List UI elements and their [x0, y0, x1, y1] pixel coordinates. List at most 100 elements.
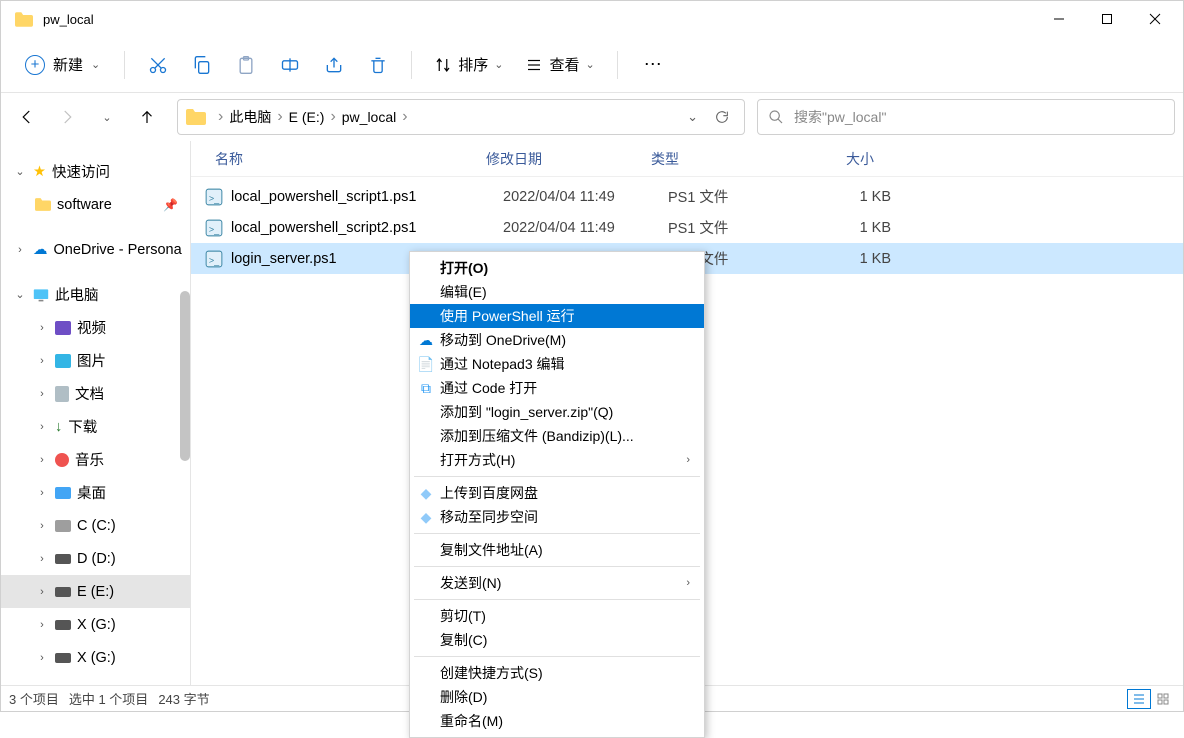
- sidebar-item-software[interactable]: software 📌: [1, 188, 190, 221]
- minimize-button[interactable]: [1035, 1, 1083, 37]
- cm-rename[interactable]: 重命名(M): [410, 709, 704, 733]
- cm-copy-path[interactable]: 复制文件地址(A): [410, 538, 704, 562]
- sidebar-item-label: software: [57, 197, 112, 213]
- sidebar-item-e[interactable]: ›E (E:): [1, 575, 190, 608]
- col-name[interactable]: 名称: [191, 149, 486, 169]
- sidebar-item-desktop[interactable]: ›桌面: [1, 476, 190, 509]
- paste-button[interactable]: [225, 44, 267, 86]
- address-bar[interactable]: › 此电脑 › E (E:) › pw_local › ⌄: [177, 99, 745, 135]
- music-icon: [55, 453, 69, 467]
- video-icon: [55, 321, 71, 335]
- more-button[interactable]: ⋯: [630, 48, 676, 81]
- cm-run-powershell[interactable]: 使用 PowerShell 运行: [410, 304, 704, 328]
- sidebar-item-xg2[interactable]: › X (G:): [1, 641, 190, 674]
- cm-edit[interactable]: 编辑(E): [410, 280, 704, 304]
- col-size[interactable]: 大小: [786, 149, 886, 169]
- chevron-right-icon: ›: [35, 454, 49, 466]
- file-row[interactable]: >_ local_powershell_script1.ps1 2022/04/…: [191, 181, 1183, 212]
- cm-open-with[interactable]: 打开方式(H) ›: [410, 448, 704, 472]
- search-box[interactable]: 搜索"pw_local": [757, 99, 1175, 135]
- sidebar-item-downloads[interactable]: ›↓下载: [1, 410, 190, 443]
- cm-copy[interactable]: 复制(C): [410, 628, 704, 652]
- col-type[interactable]: 类型: [651, 149, 786, 169]
- cm-move-sync[interactable]: ◆移动至同步空间: [410, 505, 704, 529]
- delete-button[interactable]: [357, 44, 399, 86]
- sidebar-item-xg1[interactable]: ›X (G:): [1, 608, 190, 641]
- chevron-right-icon: ›: [686, 454, 690, 466]
- cm-move-onedrive[interactable]: ☁移动到 OneDrive(M): [410, 328, 704, 352]
- sidebar-item-quick-access[interactable]: ⌄★快速访问: [1, 155, 190, 188]
- cm-upload-baidu[interactable]: ◆上传到百度网盘: [410, 481, 704, 505]
- sidebar-item-label: X (G:): [77, 617, 116, 633]
- sidebar-item-onedrive[interactable]: ›☁OneDrive - Persona: [1, 233, 190, 266]
- recent-dropdown[interactable]: ⌄: [89, 99, 125, 135]
- sort-button[interactable]: 排序 ⌄: [424, 48, 513, 81]
- details-view-button[interactable]: [1127, 689, 1151, 709]
- cut-button[interactable]: [137, 44, 179, 86]
- breadcrumb-item-folder[interactable]: pw_local: [338, 109, 400, 125]
- cm-notepad3[interactable]: 📄通过 Notepad3 编辑: [410, 352, 704, 376]
- rename-button[interactable]: [269, 44, 311, 86]
- sort-icon: [434, 56, 452, 74]
- cm-add-bandizip[interactable]: 添加到压缩文件 (Bandizip)(L)...: [410, 424, 704, 448]
- list-icon: [525, 56, 543, 74]
- close-button[interactable]: [1131, 1, 1179, 37]
- sidebar-item-music[interactable]: ›音乐: [1, 443, 190, 476]
- chevron-right-icon: ›: [35, 388, 49, 400]
- cm-label: 打开方式(H): [440, 450, 515, 470]
- back-button[interactable]: [9, 99, 45, 135]
- picture-icon: [55, 354, 71, 368]
- svg-text:>_: >_: [209, 255, 220, 265]
- drive-icon: [55, 520, 71, 532]
- file-type: PS1 文件: [668, 217, 803, 238]
- cm-shortcut[interactable]: 创建快捷方式(S): [410, 661, 704, 685]
- scrollbar-thumb[interactable]: [180, 291, 190, 461]
- sync-icon: ◆: [418, 509, 434, 525]
- breadcrumb-item-e[interactable]: E (E:): [285, 109, 329, 125]
- column-headers[interactable]: 名称 修改日期 类型 大小: [191, 141, 1183, 177]
- view-label: 查看: [549, 54, 579, 75]
- breadcrumb-item-pc[interactable]: 此电脑: [225, 107, 275, 127]
- cm-label: 上传到百度网盘: [440, 483, 538, 503]
- pin-icon: 📌: [163, 198, 178, 212]
- ps1-file-icon: >_: [205, 188, 223, 206]
- copy-button[interactable]: [181, 44, 223, 86]
- sidebar-item-videos[interactable]: ›视频: [1, 311, 190, 344]
- sidebar-item-label: 视频: [77, 317, 106, 338]
- sidebar-item-d[interactable]: ›D (D:): [1, 542, 190, 575]
- notepad-icon: 📄: [418, 356, 434, 372]
- file-row[interactable]: >_ local_powershell_script2.ps1 2022/04/…: [191, 212, 1183, 243]
- chevron-right-icon: ›: [35, 421, 49, 433]
- chevron-right-icon: ›: [35, 652, 49, 664]
- cm-add-zip[interactable]: 添加到 "login_server.zip"(Q): [410, 400, 704, 424]
- file-name: local_powershell_script1.ps1: [231, 189, 503, 205]
- chevron-down-icon: ⌄: [585, 58, 594, 71]
- new-button[interactable]: + 新建 ⌄: [13, 48, 112, 81]
- status-item-count: 3 个项目: [9, 689, 59, 708]
- cm-code[interactable]: ⧉通过 Code 打开: [410, 376, 704, 400]
- sidebar-item-this-pc[interactable]: ⌄此电脑: [1, 278, 190, 311]
- sidebar-item-pictures[interactable]: ›图片: [1, 344, 190, 377]
- cm-open[interactable]: 打开(O): [410, 256, 704, 280]
- large-icons-view-button[interactable]: [1151, 689, 1175, 709]
- view-button[interactable]: 查看 ⌄: [515, 48, 604, 81]
- sidebar-item-label: 此电脑: [55, 284, 99, 305]
- up-button[interactable]: [129, 99, 165, 135]
- col-date[interactable]: 修改日期: [486, 149, 651, 169]
- forward-button[interactable]: [49, 99, 85, 135]
- cm-send-to[interactable]: 发送到(N)›: [410, 571, 704, 595]
- cm-delete[interactable]: 删除(D): [410, 685, 704, 709]
- sidebar-item-label: C (C:): [77, 518, 116, 534]
- refresh-icon[interactable]: [714, 109, 730, 125]
- sidebar-item-label: 文档: [75, 383, 104, 404]
- cm-cut[interactable]: 剪切(T): [410, 604, 704, 628]
- sidebar-item-c[interactable]: ›C (C:): [1, 509, 190, 542]
- drive-icon: [55, 587, 71, 597]
- sidebar-item-documents[interactable]: › 文档: [1, 377, 190, 410]
- drive-icon: [55, 554, 71, 564]
- maximize-button[interactable]: [1083, 1, 1131, 37]
- sidebar-item-label: 图片: [77, 350, 106, 371]
- sidebar-item-label: X (G:): [77, 650, 116, 666]
- share-button[interactable]: [313, 44, 355, 86]
- chevron-down-icon[interactable]: ⌄: [687, 109, 698, 125]
